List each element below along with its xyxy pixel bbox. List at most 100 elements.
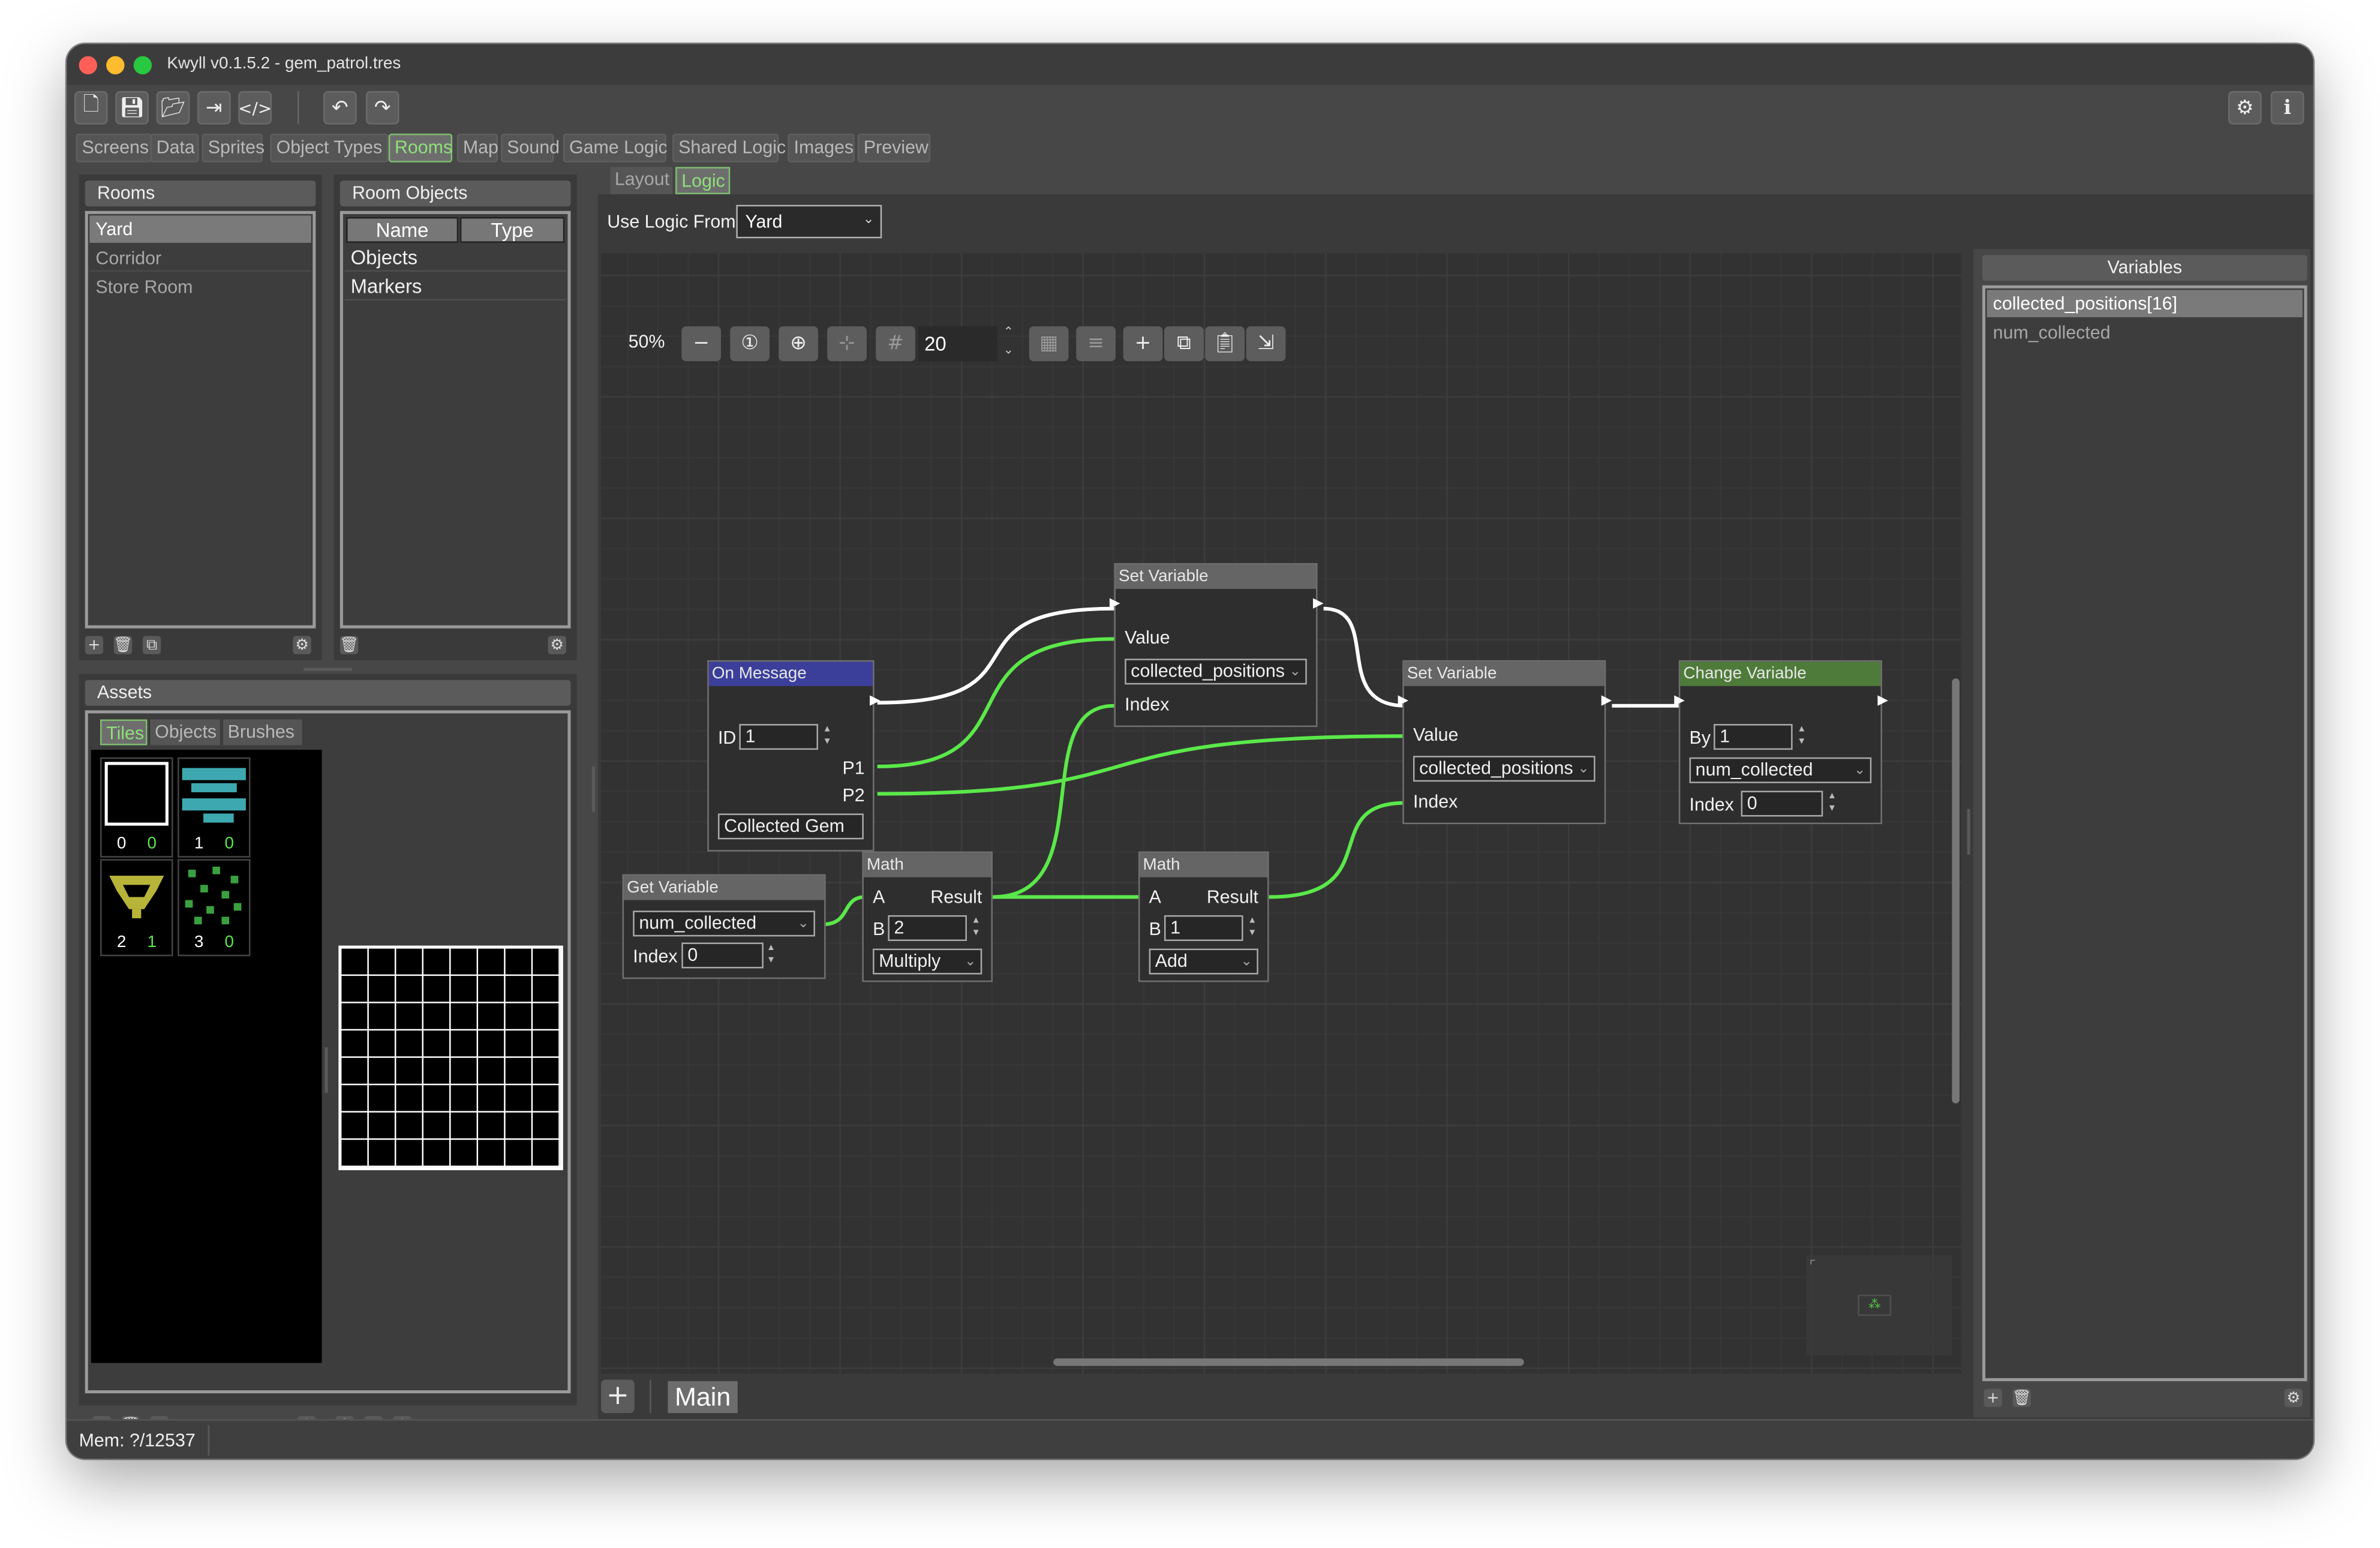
exec-in-arrow-icon[interactable]: ▶ xyxy=(1110,597,1120,612)
math-node-multiply[interactable]: Math A Result B 2 ▲ ▼ Multiply ⌄ xyxy=(862,851,993,982)
get-variable-index-input[interactable]: 0 xyxy=(681,942,764,969)
math-2-b-stepper[interactable]: ▲ ▼ xyxy=(1246,915,1258,939)
code-icon[interactable]: </> xyxy=(238,91,272,125)
add-variable-icon[interactable]: + xyxy=(1984,1388,2002,1407)
variable-settings-icon[interactable]: ⚙ xyxy=(2284,1388,2303,1407)
id-stepper[interactable]: ▲ ▼ xyxy=(821,724,833,748)
change-variable-select[interactable]: num_collected ⌄ xyxy=(1689,757,1872,783)
graph-tab-main[interactable]: Main xyxy=(668,1381,738,1413)
new-file-icon[interactable]: 🗋 xyxy=(74,91,108,125)
main-tab-screens[interactable]: Screens xyxy=(76,133,152,163)
main-tab-rooms[interactable]: Rooms xyxy=(388,133,452,163)
tile-0[interactable]: 0 0 xyxy=(100,757,173,858)
info-icon[interactable]: i xyxy=(2270,91,2304,125)
set-variable-1-select[interactable]: collected_positions ⌄ xyxy=(1125,659,1307,685)
zoom-in-icon[interactable]: ⊕ xyxy=(779,326,818,362)
tile-2[interactable]: 2 1 xyxy=(100,859,173,957)
assets-tab-tiles[interactable]: Tiles xyxy=(100,719,148,746)
exec-in-arrow-icon[interactable]: ▶ xyxy=(1674,693,1685,708)
add-graph-button[interactable]: + xyxy=(601,1379,635,1413)
tile-editor-grid[interactable] xyxy=(338,945,563,1171)
export-icon[interactable]: ⇥ xyxy=(197,91,231,125)
redo-icon[interactable]: ↷ xyxy=(365,91,399,125)
room-object-row-markers[interactable]: Markers xyxy=(344,273,566,301)
main-tab-images[interactable]: Images xyxy=(788,133,855,163)
duplicate-room-icon[interactable]: ⧉ xyxy=(142,636,161,654)
assets-splitter[interactable] xyxy=(324,1047,328,1093)
exec-out-arrow-icon[interactable]: ▶ xyxy=(1601,693,1612,708)
change-variable-by-input[interactable]: 1 xyxy=(1714,724,1793,750)
variables-splitter[interactable] xyxy=(1967,808,1970,855)
graph-minimap[interactable]: ⌜ ⁂ xyxy=(1806,1255,1952,1355)
get-variable-select[interactable]: num_collected ⌄ xyxy=(633,910,815,937)
room-object-row-objects[interactable]: Objects xyxy=(344,244,566,272)
assets-tab-objects[interactable]: Objects xyxy=(150,719,220,746)
minimap-icon[interactable]: ▦ xyxy=(1029,326,1069,362)
arrange-icon[interactable]: ≡ xyxy=(1076,326,1116,362)
copy-icon[interactable]: ⧉ xyxy=(1164,326,1204,362)
column-header-name[interactable]: Name xyxy=(345,217,459,243)
math-node-add[interactable]: Math A Result B 1 ▲ ▼ Add ⌄ xyxy=(1138,851,1269,982)
save-icon[interactable]: 💾︎ xyxy=(115,91,149,125)
set-variable-2-select[interactable]: collected_positions ⌄ xyxy=(1413,756,1595,782)
get-variable-node[interactable]: Get Variable num_collected ⌄ Index 0 ▲ ▼ xyxy=(622,874,826,979)
variable-item-num-collected[interactable]: num_collected xyxy=(1987,318,2303,346)
tile-3[interactable]: 3 0 xyxy=(178,859,251,957)
exec-out-arrow-icon[interactable]: ▶ xyxy=(1313,597,1324,612)
logic-splitter[interactable] xyxy=(591,766,595,812)
zoom-out-icon[interactable]: − xyxy=(681,326,722,362)
paste-icon[interactable]: 📋︎ xyxy=(1205,326,1245,362)
add-node-icon[interactable]: + xyxy=(1123,326,1163,362)
change-variable-index-stepper[interactable]: ▲ ▼ xyxy=(1826,790,1838,814)
maximize-window-button[interactable] xyxy=(133,56,152,74)
main-tab-object-types[interactable]: Object Types xyxy=(270,133,389,163)
main-tab-map[interactable]: Map xyxy=(456,133,498,163)
room-item-store-room[interactable]: Store Room xyxy=(89,273,311,301)
logic-graph-canvas[interactable]: 50% − ① ⊕ ⊹ # 20 ⌃ ⌄ ▦ ≡ + ⧉ 📋︎ ⇲ On Mess… xyxy=(601,253,1961,1374)
get-variable-index-stepper[interactable]: ▲ ▼ xyxy=(765,943,777,967)
undo-icon[interactable]: ↶ xyxy=(323,91,357,125)
add-room-icon[interactable]: + xyxy=(85,636,104,654)
open-folder-icon[interactable]: 📂︎ xyxy=(156,91,190,125)
main-tab-data[interactable]: Data xyxy=(150,133,199,163)
message-name-input[interactable]: Collected Gem xyxy=(717,813,864,840)
tile-1[interactable]: 1 0 xyxy=(178,757,251,858)
grid-size-stepper[interactable]: ⌃ ⌄ xyxy=(1003,323,1014,360)
minimap-viewport[interactable]: ⁂ xyxy=(1858,1294,1892,1316)
use-logic-from-select[interactable]: Yard ⌄ xyxy=(736,205,882,239)
math-2-op-select[interactable]: Add ⌄ xyxy=(1149,948,1258,975)
change-variable-index-input[interactable]: 0 xyxy=(1741,790,1823,817)
room-item-corridor[interactable]: Corridor xyxy=(89,244,311,272)
exec-in-arrow-icon[interactable]: ▶ xyxy=(1398,693,1409,708)
delete-object-icon[interactable]: 🗑 xyxy=(339,636,359,654)
subtab-layout[interactable]: Layout xyxy=(610,167,673,194)
exec-out-arrow-icon[interactable]: ▶ xyxy=(1877,693,1888,708)
close-window-button[interactable] xyxy=(79,56,97,74)
delete-variable-icon[interactable]: 🗑 xyxy=(2012,1388,2032,1407)
room-item-yard[interactable]: Yard xyxy=(89,215,311,243)
change-variable-node[interactable]: Change Variable ▶ ▶ By 1 ▲ ▼ num_collecte… xyxy=(1674,660,1888,825)
delete-room-icon[interactable]: 🗑 xyxy=(113,636,133,654)
set-variable-node-1[interactable]: Set Variable ▶ ▶ Value collected_positio… xyxy=(1110,563,1323,728)
message-id-input[interactable]: 1 xyxy=(739,724,818,750)
settings-icon[interactable]: ⚙ xyxy=(2228,91,2262,125)
main-tab-shared-logic[interactable]: Shared Logic xyxy=(672,133,786,163)
minimize-window-button[interactable] xyxy=(106,56,125,74)
on-message-node[interactable]: On Message ▶ ID 1 ▲ ▼ P1 P2 Collected Gem xyxy=(707,660,881,852)
math-1-op-select[interactable]: Multiply ⌄ xyxy=(873,948,982,975)
grid-size-input[interactable]: 20 xyxy=(918,326,997,362)
main-tab-game-logic[interactable]: Game Logic xyxy=(563,133,668,163)
exec-out-arrow-icon[interactable]: ▶ xyxy=(870,693,881,708)
assets-tab-brushes[interactable]: Brushes xyxy=(223,719,302,746)
grid-toggle-icon[interactable]: # xyxy=(876,326,915,362)
room-settings-icon[interactable]: ⚙ xyxy=(293,636,311,654)
main-tab-preview[interactable]: Preview xyxy=(857,133,931,163)
vertical-scrollbar[interactable] xyxy=(1952,678,1960,1104)
horizontal-scrollbar[interactable] xyxy=(1053,1358,1524,1366)
subtab-logic[interactable]: Logic xyxy=(675,167,731,194)
main-tab-sound[interactable]: Sound xyxy=(501,133,560,163)
panel-splitter[interactable] xyxy=(303,668,353,671)
change-variable-by-stepper[interactable]: ▲ ▼ xyxy=(1796,724,1808,748)
math-1-b-input[interactable]: 2 xyxy=(888,915,967,941)
column-header-type[interactable]: Type xyxy=(459,217,565,243)
